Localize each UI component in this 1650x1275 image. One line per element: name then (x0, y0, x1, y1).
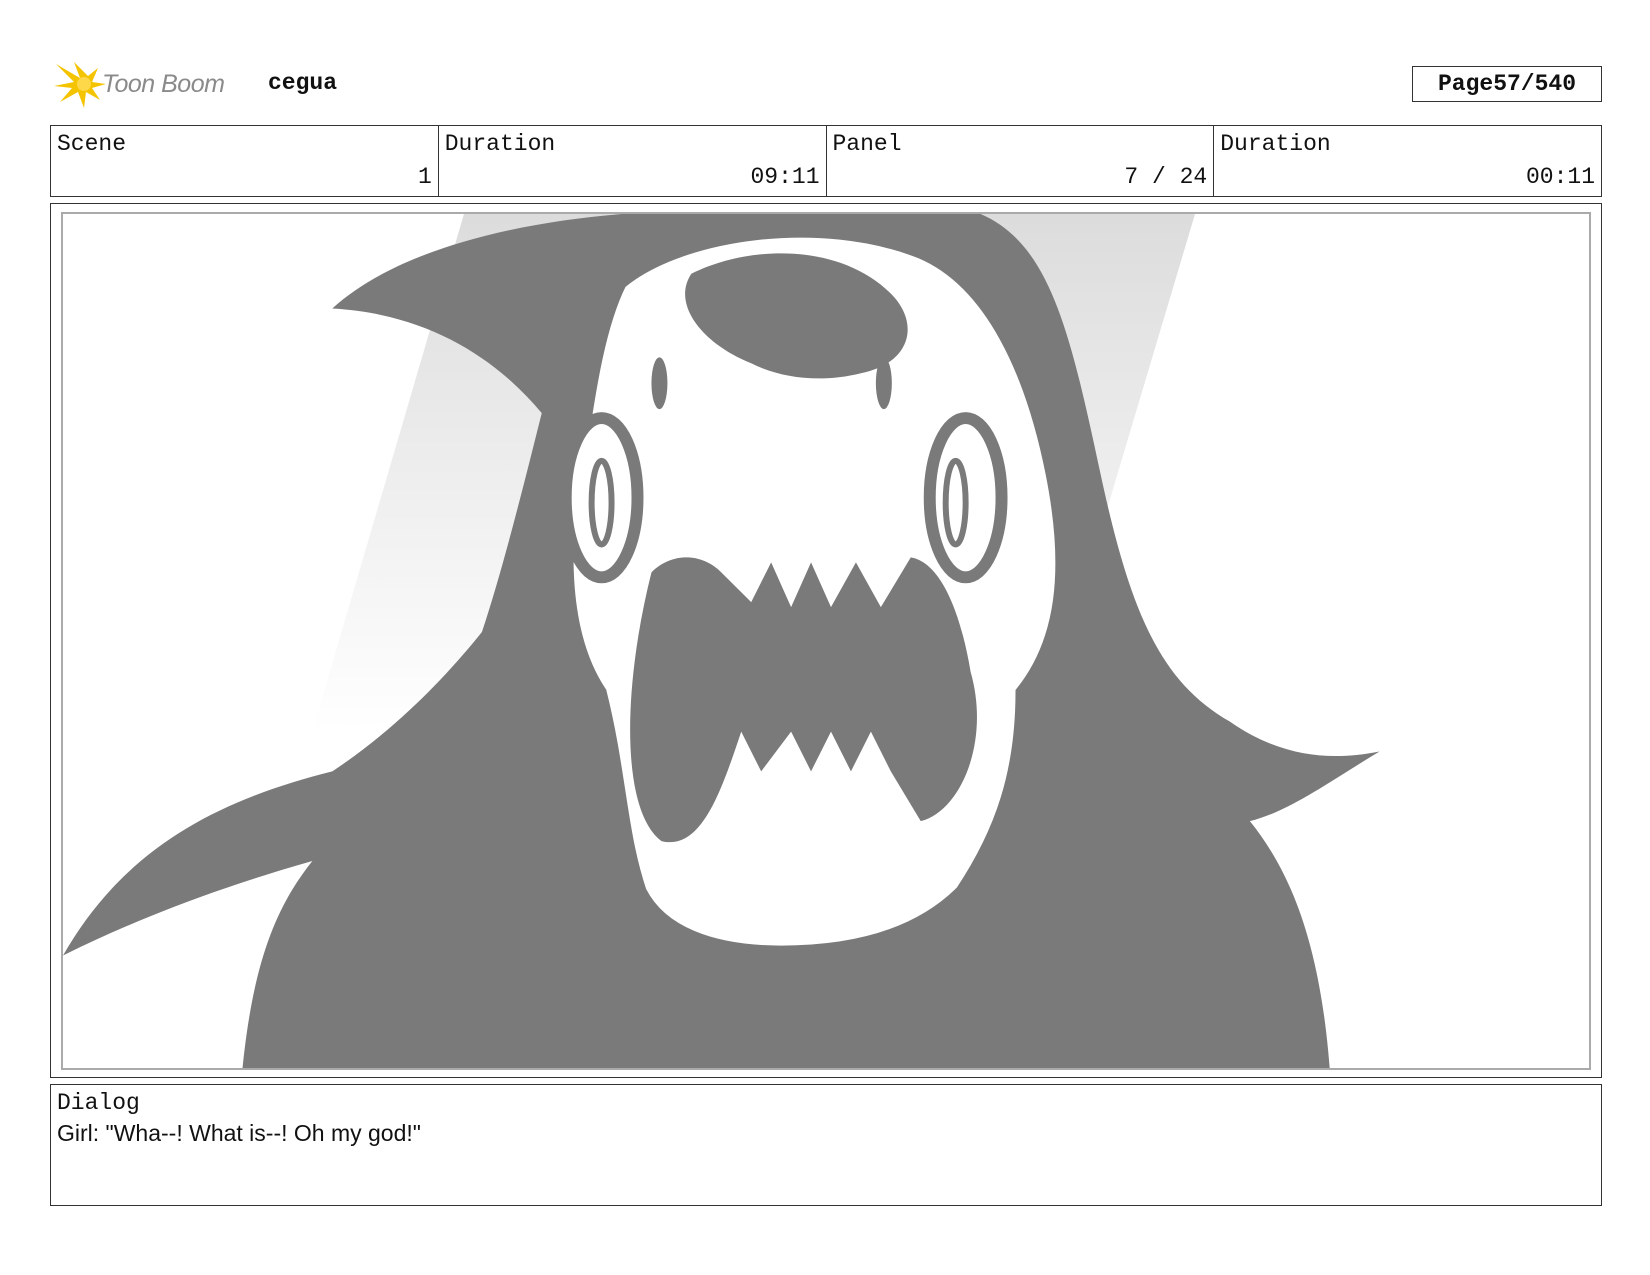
scene-cell: Scene 1 (51, 126, 439, 196)
page-indicator: Page 57/540 (1412, 66, 1602, 102)
toon-boom-logo: Toon Boom (54, 58, 254, 110)
panel-duration-cell: Duration 00:11 (1214, 126, 1601, 196)
panel-value: 7 / 24 (1124, 164, 1208, 190)
panel-label: Panel (832, 131, 902, 157)
collar-dash-2 (619, 1003, 699, 1021)
left-nostril (651, 357, 668, 410)
scene-duration-label: Duration (444, 131, 556, 157)
collar-dash-4 (968, 988, 1038, 1008)
page-label: Page (1437, 71, 1494, 97)
storyboard-panel (61, 212, 1591, 1070)
dialog-label: Dialog (57, 1090, 140, 1116)
info-bar: Scene 1 Duration 09:11 Panel 7 / 24 Dura… (50, 125, 1602, 197)
page-number: 57/540 (1493, 71, 1577, 97)
logo-text: Toon Boom (102, 69, 225, 98)
left-pupil (588, 457, 615, 548)
panel-drawing (63, 214, 1380, 1068)
dialog-text: Girl: "Wha--! What is--! Oh my god!" (57, 1120, 421, 1146)
right-pupil (942, 457, 969, 548)
panel-duration-value: 00:11 (1525, 164, 1595, 190)
starburst-logo-icon (54, 62, 106, 108)
scene-value: 1 (417, 164, 432, 190)
scene-duration-value: 09:11 (750, 164, 820, 190)
panel-duration-label: Duration (1220, 131, 1331, 157)
project-name: cegua (268, 70, 338, 96)
dialog-box: Dialog Girl: "Wha--! What is--! Oh my go… (50, 1084, 1602, 1206)
collar-dash-1 (514, 988, 579, 1013)
scene-label: Scene (57, 131, 127, 157)
collar-dash-3 (873, 996, 948, 1016)
panel-cell: Panel 7 / 24 (827, 126, 1215, 196)
right-nostril (875, 357, 892, 410)
scene-duration-cell: Duration 09:11 (439, 126, 827, 196)
